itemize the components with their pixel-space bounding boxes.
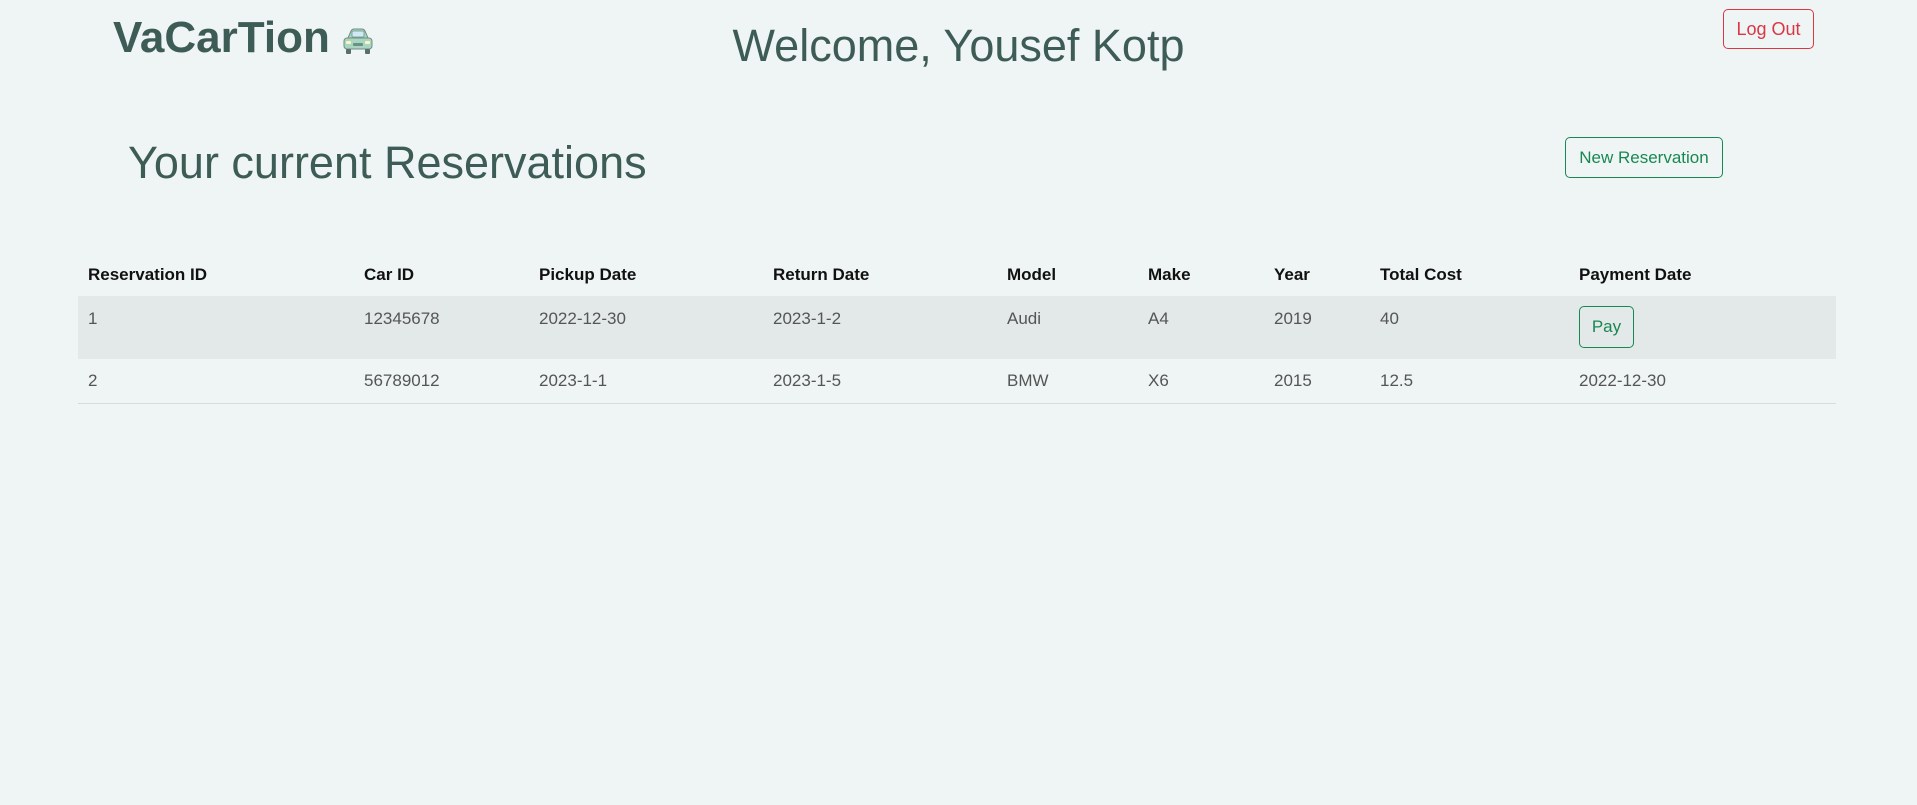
car-id-cell: 12345678 [364,309,440,328]
table-row: 1 12345678 2022-12-30 2023-1-2 Audi A4 2… [78,296,1836,359]
page-title: Your current Reservations [128,137,647,188]
year-cell: 2015 [1274,371,1312,390]
model-cell: Audi [1007,309,1042,328]
welcome-heading: Welcome, Yousef Kotp [732,20,1185,71]
reservation-id-cell: 1 [88,309,98,328]
return-date-cell: 2023-1-2 [773,309,842,328]
column-header: Model [1007,265,1057,284]
column-header: Pickup Date [539,265,637,284]
model-cell: BMW [1007,371,1049,390]
total-cost-cell: 40 [1380,309,1399,328]
column-header: Payment Date [1579,265,1692,284]
reservations-table: Reservation ID Car ID Pickup Date Return… [78,254,1836,404]
total-cost-cell: 12.5 [1380,371,1414,390]
column-header: Make [1148,265,1191,284]
payment-date-cell: 2022-12-30 [1579,371,1666,390]
table-header-row: Reservation ID Car ID Pickup Date Return… [78,254,1836,296]
make-cell: X6 [1148,371,1169,390]
column-header: Reservation ID [88,265,208,284]
column-header: Car ID [364,265,415,284]
payment-cell: Pay [1569,296,1836,359]
column-header: Year [1274,265,1310,284]
return-date-cell: 2023-1-5 [773,371,842,390]
pickup-date-cell: 2022-12-30 [539,309,626,328]
column-header: Return Date [773,265,870,284]
new-reservation-button[interactable]: New Reservation [1565,137,1723,178]
reservation-id-cell: 2 [88,371,98,390]
logout-button[interactable]: Log Out [1723,9,1814,49]
make-cell: A4 [1148,309,1169,328]
table-row: 2 56789012 2023-1-1 2023-1-5 BMW X6 2015… [78,359,1836,403]
pay-button[interactable]: Pay [1579,306,1634,348]
column-header: Total Cost [1380,265,1462,284]
year-cell: 2019 [1274,309,1312,328]
car-id-cell: 56789012 [364,371,440,390]
pickup-date-cell: 2023-1-1 [539,371,608,390]
